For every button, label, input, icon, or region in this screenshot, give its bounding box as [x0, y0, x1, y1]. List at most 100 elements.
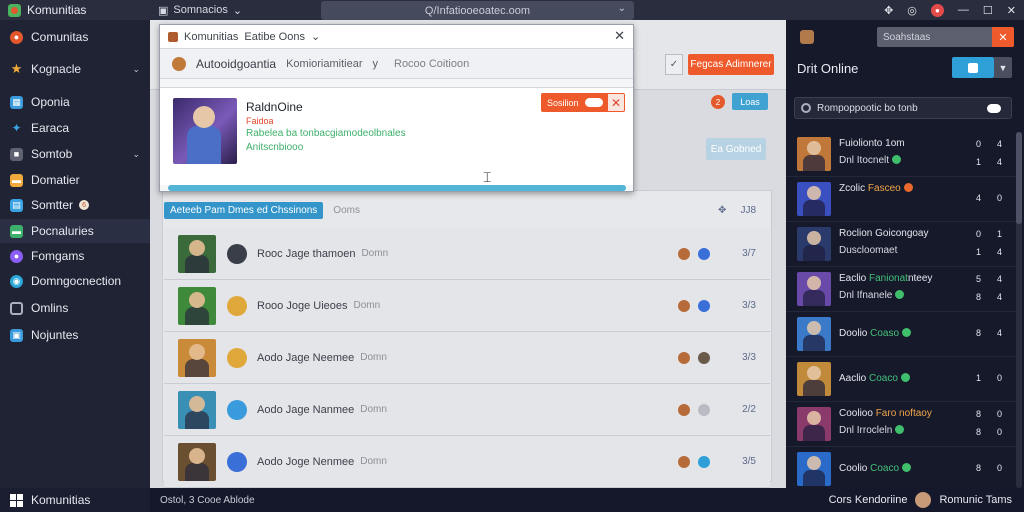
sidebar-item-omlins[interactable]: Omlins — [0, 296, 150, 320]
list-item[interactable]: Coolio Coaco 80 — [786, 447, 1016, 492]
session-toggle[interactable]: Sosilion — [541, 93, 607, 112]
sidebar-item-label: Earaca — [31, 121, 70, 135]
select-all-checkbox[interactable]: ✓ — [665, 54, 683, 75]
sidebar-item-somtter[interactable]: ▤ Somtter 6 — [0, 193, 150, 217]
start-button[interactable]: Komunitias — [0, 488, 150, 512]
sidebar-item-domngocnection[interactable]: ◉ Domngocnection — [0, 269, 150, 293]
table-row[interactable]: Rooo Joge Uieoes Domn 3/3 — [164, 280, 770, 332]
stat-value: 4 — [996, 292, 1002, 302]
close-icon[interactable]: ✕ — [614, 28, 625, 44]
list-item[interactable]: Roclion Goicongoay Duscloomaet 0 1 1 4 — [786, 222, 1016, 267]
chevron-down-icon[interactable]: ▼ — [994, 57, 1012, 78]
table-row[interactable]: Aodo Joge Nenmee Domn 3/5 — [164, 436, 770, 488]
chevron-down-icon: ⌄ — [232, 4, 243, 17]
close-button[interactable]: ✕ — [1007, 4, 1016, 17]
table-row[interactable]: Rooc Jage thamoen Domn 3/7 — [164, 228, 770, 280]
avatar — [797, 452, 831, 486]
group-icon — [698, 351, 710, 364]
taskbar-app-name: Komunitias — [31, 493, 91, 507]
status-button[interactable] — [952, 57, 994, 78]
record-icon[interactable]: ● — [930, 3, 944, 17]
sidebar-item-earaca[interactable]: ✦ Earaca — [0, 116, 150, 140]
scrollbar-thumb[interactable] — [1016, 132, 1022, 224]
stat-value: 4 — [996, 274, 1002, 284]
grid-icon: ▦ — [10, 95, 23, 109]
filter-row: Aeteeb Pam Dmes ed Chssinons Ooms ✥ JJ8 — [164, 198, 770, 222]
network-icon[interactable]: ✥ — [718, 205, 726, 216]
list-item[interactable]: Aaclio Coaco 10 — [786, 357, 1016, 402]
sidebar-item-label: Pocnaluries — [31, 224, 94, 238]
sidebar-item-nojuntes[interactable]: ▣ Nojuntes — [0, 323, 150, 347]
row-count: 3/3 — [742, 300, 756, 311]
dialog-toolbar-search[interactable]: Komioriamitiear — [286, 58, 362, 70]
friends-scrollbar[interactable] — [1016, 132, 1022, 488]
chevron-down-icon[interactable]: ⌄ — [132, 64, 140, 75]
sidebar-item-fomgams[interactable]: ● Fomgams — [0, 244, 150, 268]
list-item[interactable]: Coolioo Faro noftaoy Dnl Irrocleln 8 0 8 0 — [786, 402, 1016, 447]
friend-name: Roclion Goicongoay — [839, 228, 929, 239]
box-icon: ■ — [10, 147, 23, 161]
stat-value: 1 — [975, 373, 981, 383]
friend-activity: Dnl Irrocleln — [839, 425, 893, 436]
filter-pill[interactable]: Aeteeb Pam Dmes ed Chssinons — [164, 201, 324, 219]
load-button[interactable]: Loas — [732, 93, 768, 110]
list-item[interactable]: Zcolic Fasceo 40 — [786, 177, 1016, 222]
chevron-down-icon[interactable]: ⌄ — [311, 30, 320, 43]
side-action-button[interactable]: Ea Gobned — [706, 138, 766, 160]
notification-badge[interactable]: 2 — [711, 95, 725, 109]
friend-status: Fasceo — [867, 183, 901, 194]
sidebar-item-comunitas[interactable]: ● Comunitas — [0, 25, 150, 49]
avatar — [797, 137, 831, 171]
main-menu[interactable]: ▣ Somnacios ⌄ — [158, 4, 318, 17]
user-icon — [678, 403, 690, 416]
text-cursor-icon: ⌶ — [483, 169, 492, 185]
row-sub: Domn — [360, 352, 387, 363]
minimize-button[interactable]: — — [958, 4, 969, 16]
friend-extra: 1om — [882, 138, 905, 149]
sidebar-item-domatier[interactable]: ▬ Domatier — [0, 168, 150, 192]
friend-name: Fuiolionto — [839, 138, 883, 149]
stat-value: 0 — [996, 409, 1002, 419]
sidebar-item-pocnaluries[interactable]: ▬ Pocnaluries — [0, 219, 150, 243]
maximize-button[interactable]: ☐ — [983, 4, 993, 17]
chevron-down-icon[interactable]: ⌄ — [132, 149, 140, 160]
steam-icon: ◉ — [10, 274, 23, 288]
address-bar[interactable]: Q/Infatiooeoatec.oom ⌄ — [321, 1, 634, 20]
table-row[interactable]: Aodo Jage Neemee Domn 3/3 — [164, 332, 770, 384]
toggle-icon[interactable] — [987, 104, 1001, 113]
sidebar-item-oponia[interactable]: ▦ Oponia — [0, 90, 150, 114]
sidebar-item-label: Somtter — [31, 198, 74, 212]
sidebar-item-somtob[interactable]: ■ Somtob ⌄ — [0, 142, 150, 166]
table-row[interactable]: Aodo Jage Nanmee Domn 2/2 — [164, 384, 770, 436]
game-icon — [227, 243, 247, 264]
chrome-icon: ● — [10, 30, 23, 44]
close-icon[interactable]: ✕ — [607, 93, 625, 112]
friends-search-input[interactable]: Soahstaas ✕ — [877, 27, 1014, 47]
menu-icon: ▣ — [158, 4, 169, 17]
sidebar-item-kognacle[interactable]: ★ Kognacle ⌄ — [0, 57, 150, 81]
chevron-down-icon[interactable]: ⌄ — [618, 3, 626, 14]
group-icon — [698, 247, 710, 260]
taskbar-user[interactable]: Cors Kendoriine Romunic Tams — [829, 488, 1012, 512]
refresh-icon[interactable]: ◎ — [907, 4, 917, 17]
list-item[interactable]: Eaclio Fanionatnteey Dnl Ifnanele 5 4 8 4 — [786, 267, 1016, 312]
close-icon[interactable]: ✕ — [992, 27, 1014, 47]
dialog-tab[interactable]: Komunitias Eatibe Oons ⌄ — [160, 30, 320, 43]
avatar — [797, 362, 831, 396]
twitch-icon: ● — [10, 249, 23, 263]
list-item[interactable]: Doolio Coaso 84 — [786, 312, 1016, 357]
panel-title: Drit Online — [797, 61, 859, 76]
stat-value: 0 — [996, 193, 1002, 203]
puzzle-icon[interactable]: ✥ — [884, 4, 893, 17]
sidebar-item-label: Omlins — [31, 301, 69, 315]
list-item[interactable]: Fuiolionto 1om Dnl Itocnelt 0 4 1 4 — [786, 132, 1016, 177]
game-thumbnail — [178, 234, 216, 273]
friends-filter-bar[interactable]: Rompoppootic bo tonb — [794, 97, 1012, 119]
game-tag: Anitscnbiooo — [246, 142, 304, 153]
monitor-icon — [10, 301, 23, 315]
primary-action-button[interactable]: Fegcas Adimnerer — [688, 54, 774, 75]
dialog-toolbar-search-caret[interactable]: y — [373, 58, 379, 70]
dialog-tab-extra: Eatibe Oons — [244, 30, 305, 43]
tab-icon — [168, 31, 178, 42]
friend-extra: nteey — [907, 273, 933, 284]
